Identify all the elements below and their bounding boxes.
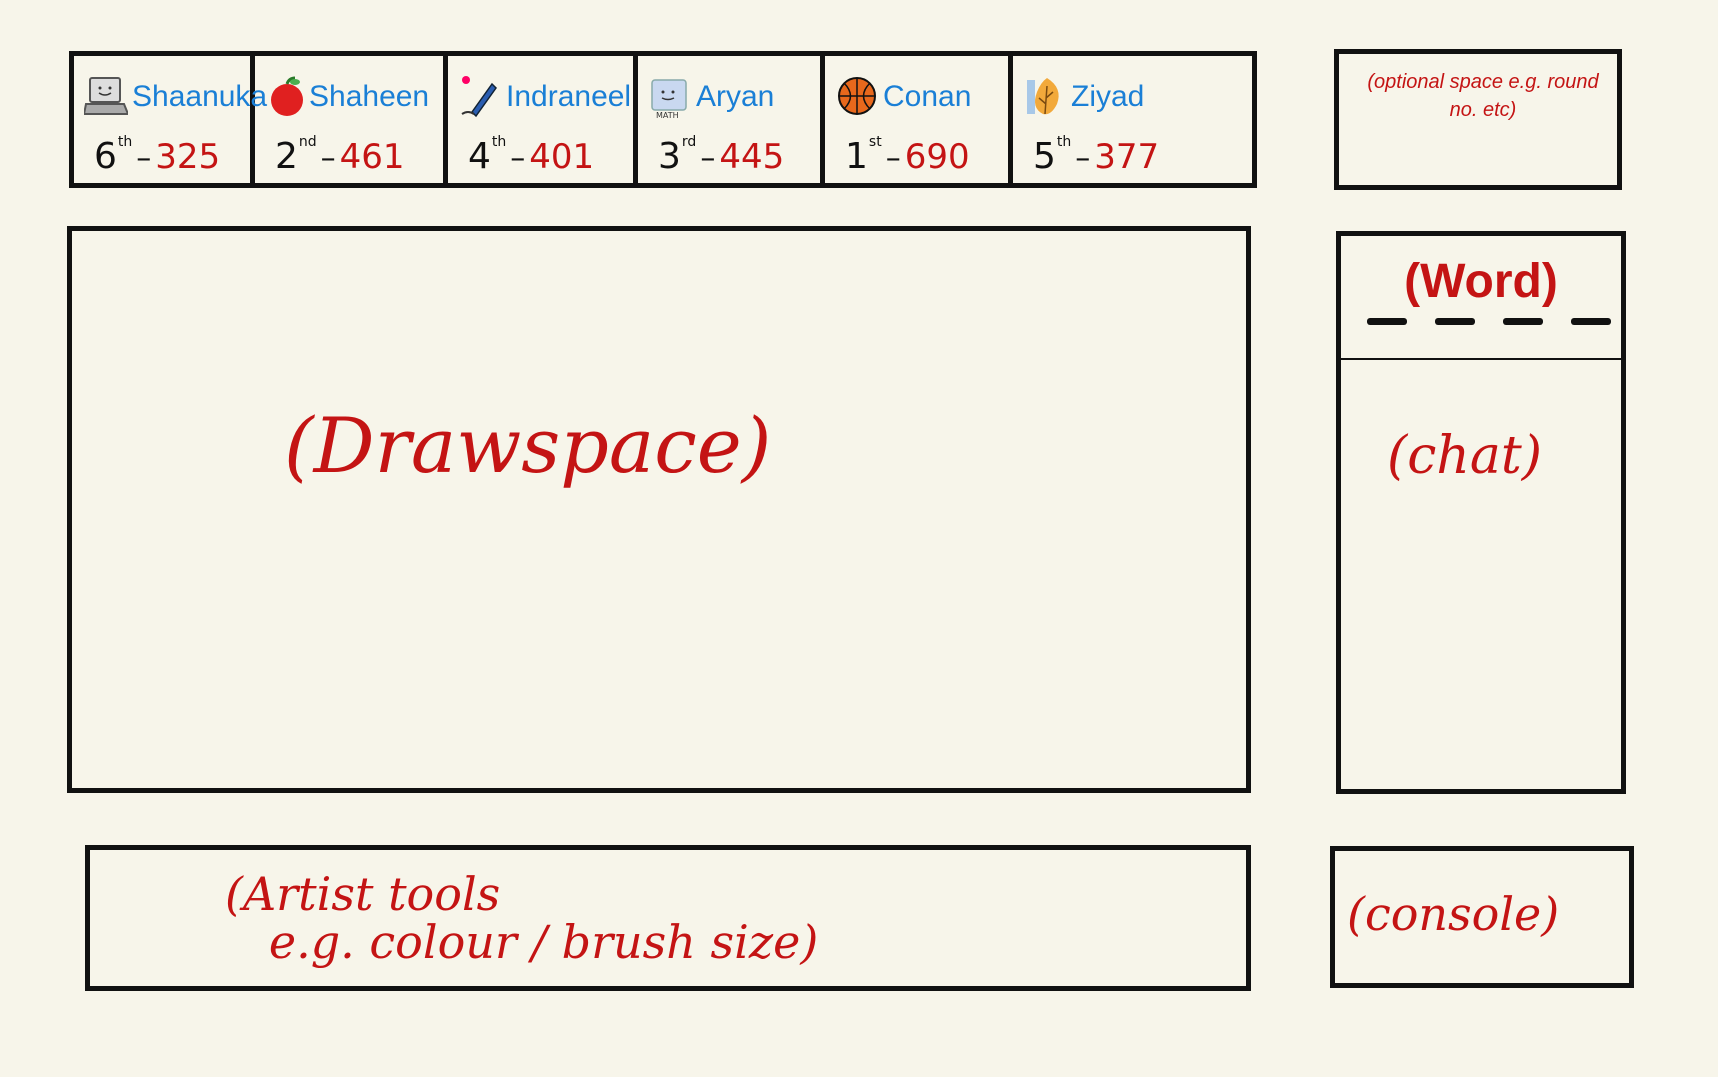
player-rank: 5th –377: [1033, 134, 1160, 177]
letter-blank: [1503, 318, 1543, 325]
player-name: Ziyad: [1071, 80, 1145, 113]
basketball-icon: [835, 74, 879, 118]
word-blanks: [1367, 318, 1611, 325]
artist-tools-panel[interactable]: (Artist tools e.g. colour / brush size): [85, 845, 1251, 991]
player-rank: 4th –401: [468, 134, 595, 177]
console-label: (console): [1347, 887, 1560, 941]
word-chat-panel: (Word) (chat): [1336, 231, 1626, 794]
player-card: MATH Aryan 3rd –445: [638, 56, 825, 183]
player-card: Conan 1st –690: [825, 56, 1013, 183]
letter-blank: [1367, 318, 1407, 325]
drawing-canvas[interactable]: (Drawspace): [67, 226, 1251, 793]
player-card: Shaheen 2nd –461: [255, 56, 448, 183]
console-panel: (console): [1330, 846, 1634, 988]
word-panel: (Word): [1341, 236, 1621, 360]
player-name: Shaheen: [309, 80, 430, 113]
player-name: Indraneel: [506, 80, 632, 113]
optional-info-panel: (optional space e.g. round no. etc): [1334, 49, 1622, 190]
word-label: (Word): [1404, 255, 1558, 308]
chat-label: (chat): [1387, 426, 1543, 486]
drawspace-label: (Drawspace): [284, 401, 772, 490]
player-rank: 6th –325: [94, 134, 221, 177]
player-name: Conan: [883, 80, 972, 113]
leaf-icon: [1023, 74, 1067, 118]
player-rank: 3rd –445: [658, 134, 785, 177]
player-score: 461: [339, 137, 405, 177]
optional-panel-label: (optional space e.g. round no. etc): [1367, 71, 1599, 121]
players-scoreboard: Shaanuka 6th –325 Shaheen 2nd –461 Indrane…: [69, 51, 1257, 188]
player-card: Ziyad 5th –377: [1013, 56, 1252, 183]
player-score: 690: [904, 137, 970, 177]
math-book-icon: MATH: [648, 74, 692, 118]
player-rank: 1st –690: [845, 134, 970, 177]
player-score: 445: [719, 137, 785, 177]
apple-icon: [265, 74, 309, 118]
pen-icon: [458, 74, 502, 118]
letter-blank: [1571, 318, 1611, 325]
svg-text:MATH: MATH: [656, 111, 679, 118]
player-name: Shaanuka: [132, 80, 268, 113]
player-rank: 2nd –461: [275, 134, 405, 177]
player-card: Indraneel 4th –401: [448, 56, 638, 183]
laptop-icon: [84, 74, 128, 118]
player-card: Shaanuka 6th –325: [74, 56, 267, 183]
player-score: 325: [155, 137, 221, 177]
player-name: Aryan: [696, 80, 775, 113]
player-score: 401: [529, 137, 595, 177]
artist-tools-label: (Artist tools e.g. colour / brush size): [225, 867, 819, 969]
letter-blank: [1435, 318, 1475, 325]
player-score: 377: [1094, 137, 1160, 177]
